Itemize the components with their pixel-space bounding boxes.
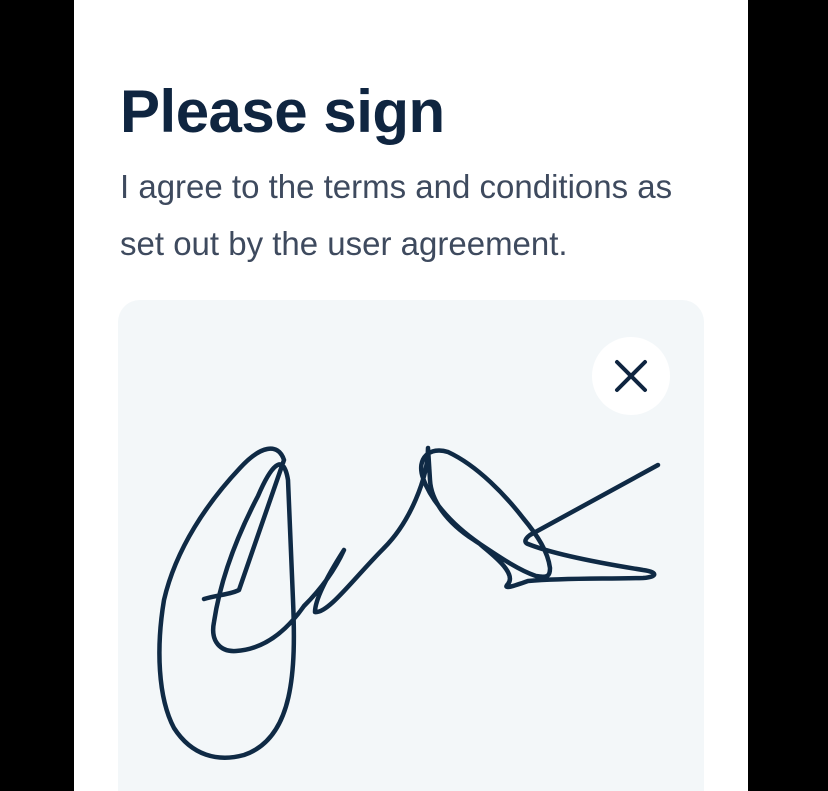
page-title: Please sign	[120, 78, 445, 145]
signature-pad[interactable]	[118, 300, 704, 791]
signature-screen: Please sign I agree to the terms and con…	[74, 0, 748, 791]
close-icon	[615, 360, 647, 392]
clear-signature-button[interactable]	[592, 337, 670, 415]
agreement-text: I agree to the terms and conditions as s…	[120, 168, 673, 262]
